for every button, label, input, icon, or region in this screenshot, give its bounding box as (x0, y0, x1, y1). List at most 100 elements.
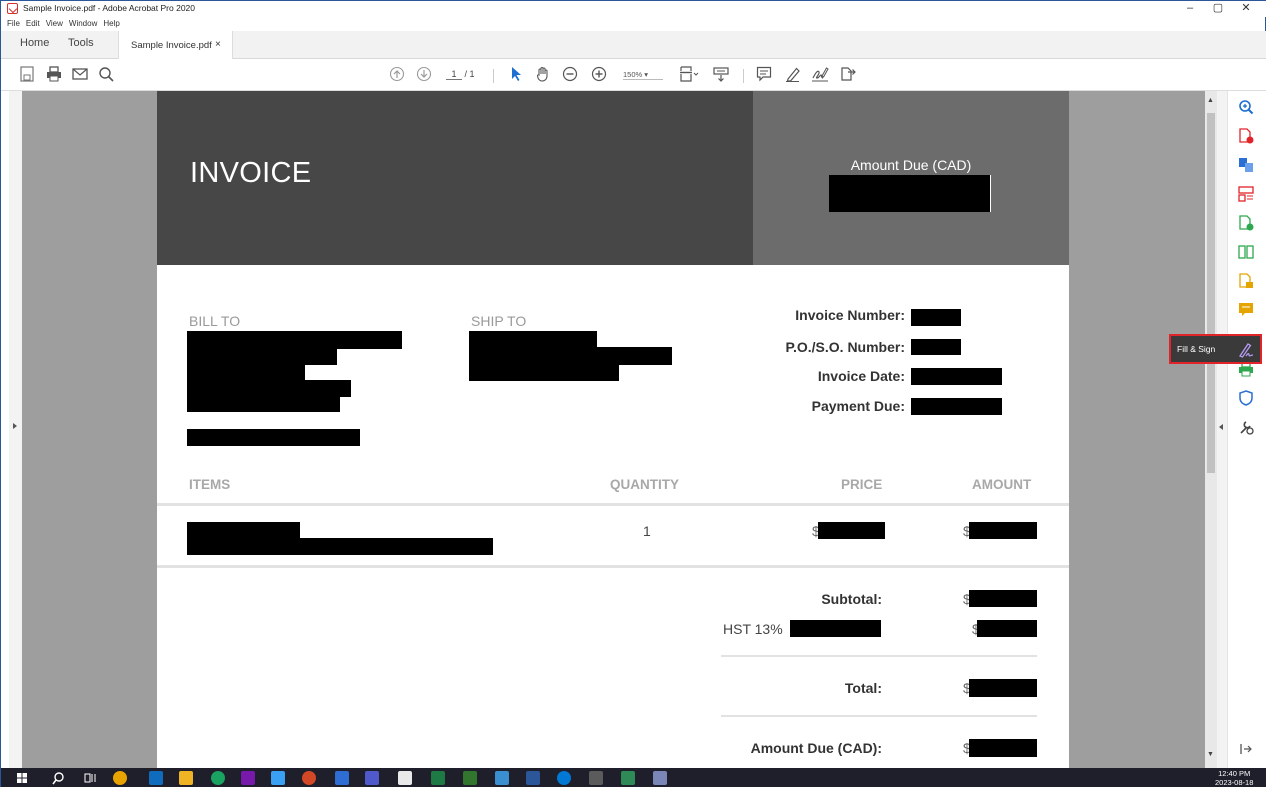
redacted-total (969, 679, 1037, 697)
next-page-icon[interactable] (416, 66, 432, 84)
redacted-bill-to (187, 363, 305, 381)
expand-left-panel-icon[interactable] (13, 423, 17, 429)
table-bottom-rule (157, 565, 1069, 568)
create-pdf-icon[interactable] (1238, 128, 1254, 144)
save-icon[interactable] (20, 66, 34, 84)
hst-label: HST 13% (723, 621, 783, 637)
maximize-button[interactable]: ▢ (1205, 1, 1231, 17)
redacted-amount-due (829, 175, 991, 212)
menu-edit[interactable]: Edit (26, 17, 40, 31)
select-cursor-icon[interactable] (509, 66, 523, 84)
comment-icon[interactable] (756, 66, 772, 84)
vertical-scrollbar[interactable]: ▲ ▼ (1205, 91, 1217, 768)
invoice-header: INVOICE (157, 91, 753, 265)
close-window-button[interactable]: ✕ (1233, 1, 1259, 17)
highlight-pen-icon[interactable] (785, 66, 801, 84)
link-app-icon[interactable] (557, 771, 571, 785)
items-column-header: ITEMS (189, 477, 231, 492)
page-display-icon[interactable] (679, 66, 699, 84)
zoom-out-icon[interactable] (562, 66, 578, 84)
organize-pages-icon[interactable] (1238, 186, 1254, 202)
onenote-icon[interactable] (241, 771, 255, 785)
previous-page-icon[interactable] (389, 66, 405, 84)
totals-divider (721, 715, 1037, 717)
task-view-icon[interactable] (83, 771, 97, 785)
start-icon[interactable] (15, 771, 29, 785)
bill-to-label: BILL TO (189, 313, 241, 329)
zoom-in-icon[interactable] (591, 66, 607, 84)
amount-due-label: Amount Due (CAD) (850, 157, 972, 173)
minimize-button[interactable]: – (1177, 1, 1203, 17)
document-tab-label: Sample Invoice.pdf (131, 40, 212, 51)
pen-app-icon[interactable] (495, 771, 509, 785)
menu-window[interactable]: Window (69, 17, 97, 31)
teams-icon[interactable] (365, 771, 379, 785)
combine-files-icon[interactable] (1238, 273, 1254, 289)
redacted-payment-due (911, 398, 1002, 415)
menu-view[interactable]: View (46, 17, 63, 31)
edit-pdf-icon[interactable] (1238, 215, 1254, 231)
redacted-bill-to (187, 380, 351, 397)
powerpoint-icon[interactable] (302, 771, 316, 785)
hand-tool-icon[interactable] (535, 66, 551, 84)
menu-file[interactable]: File (7, 17, 20, 31)
comment-tool-icon[interactable] (1238, 302, 1254, 318)
invoice-title: INVOICE (190, 157, 312, 189)
more-tools-icon[interactable] (1238, 419, 1254, 435)
scroll-down-icon[interactable]: ▼ (1207, 751, 1214, 758)
taskbar-clock[interactable]: 12:40 PM 2023-08-18 (1215, 769, 1253, 787)
fill-sign-tool[interactable]: Fill & Sign (1169, 334, 1262, 364)
protect-icon[interactable] (1238, 390, 1254, 406)
page-total: / 1 (464, 69, 475, 79)
tab-row: Home Tools Sample Invoice.pdf × (1, 31, 1266, 59)
close-tab-button[interactable]: × (215, 39, 221, 50)
po-number-label: P.O./S.O. Number: (785, 339, 905, 355)
zoom-tool-icon[interactable] (1238, 99, 1254, 115)
screen-clip-icon[interactable] (621, 771, 635, 785)
acrobat-taskbar-icon[interactable] (398, 771, 412, 785)
ship-to-label: SHIP TO (471, 313, 527, 329)
scroll-mode-icon[interactable] (713, 66, 729, 84)
redacted-amount-due-footer (969, 739, 1037, 757)
acrobat-logo-icon (7, 3, 18, 14)
outlook-icon[interactable] (149, 771, 163, 785)
browser-icon[interactable] (211, 771, 225, 785)
expand-panel-icon[interactable] (1238, 741, 1254, 757)
windows-taskbar: 12:40 PM 2023-08-18 (1, 768, 1266, 787)
right-tools-pane (1227, 91, 1266, 768)
export-pdf-icon[interactable] (1238, 157, 1254, 173)
fill-sign-icon (1237, 341, 1255, 364)
project-icon[interactable] (463, 771, 477, 785)
print-icon[interactable] (46, 66, 62, 84)
share-icon[interactable] (839, 66, 857, 84)
document-viewer[interactable]: INVOICE Amount Due (CAD) BILL TO SHIP TO… (9, 91, 1227, 768)
quantity-column-header: QUANTITY (610, 477, 679, 492)
compare-icon[interactable] (1238, 244, 1254, 260)
scrollbar-thumb[interactable] (1207, 113, 1215, 473)
word-icon[interactable] (526, 771, 540, 785)
collapse-right-panel-icon[interactable] (1219, 424, 1223, 430)
page-number-input[interactable]: 1 (446, 69, 462, 80)
taskbar-search-icon[interactable] (52, 771, 66, 785)
scroll-up-icon[interactable]: ▲ (1207, 97, 1214, 104)
zoom-dropdown[interactable]: 150% ▾ (623, 70, 663, 80)
tab-document[interactable]: Sample Invoice.pdf × (118, 31, 233, 59)
menu-help[interactable]: Help (103, 17, 119, 31)
amount-column-header: AMOUNT (972, 477, 1032, 492)
file-explorer-icon[interactable] (179, 771, 193, 785)
totals-divider (721, 655, 1037, 657)
tab-home[interactable]: Home (20, 37, 49, 49)
chrome-icon[interactable] (113, 771, 127, 785)
excel-icon[interactable] (431, 771, 445, 785)
invoice-number-label: Invoice Number: (795, 307, 905, 323)
search-icon[interactable] (98, 66, 114, 84)
redacted-subtotal (969, 590, 1037, 607)
left-nav-gutter[interactable] (9, 91, 22, 768)
network-app-icon[interactable] (653, 771, 667, 785)
paint-icon[interactable] (589, 771, 603, 785)
tab-tools[interactable]: Tools (68, 37, 94, 49)
calculator-icon[interactable] (335, 771, 349, 785)
sign-icon[interactable] (811, 66, 829, 84)
snip-tool-icon[interactable] (271, 771, 285, 785)
email-icon[interactable] (72, 66, 88, 84)
